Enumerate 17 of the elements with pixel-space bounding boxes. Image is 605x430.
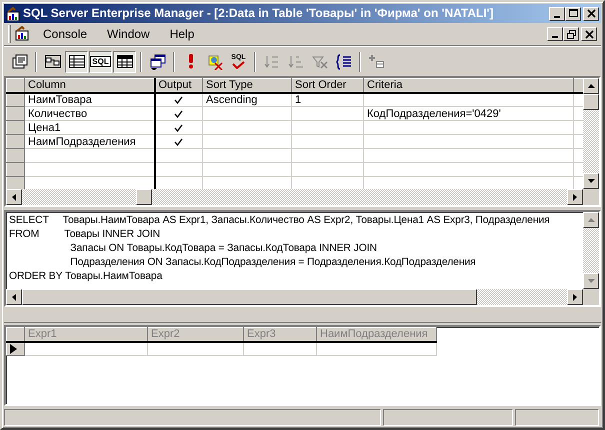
- column-header[interactable]: Column: [24, 78, 154, 92]
- sort-order-cell[interactable]: 1: [292, 92, 364, 106]
- table-cell[interactable]: НаимПодразделения: [24, 134, 154, 148]
- menu-item[interactable]: Window: [99, 26, 158, 42]
- menu-item[interactable]: Help: [162, 26, 202, 42]
- column-header[interactable]: Output: [154, 78, 202, 92]
- table-cell[interactable]: НаимТовара: [24, 92, 154, 106]
- column-header[interactable]: Sort Type: [202, 78, 292, 92]
- window-title: SQL Server Enterprise Manager - [2:Data in Table 'Товары' in 'Фирма' on 'NATALI']: [23, 6, 494, 21]
- sort-type-cell[interactable]: Ascending: [202, 92, 292, 106]
- column-header[interactable]: Criteria: [364, 78, 574, 92]
- criteria-cell[interactable]: КодПодразделения='0429': [364, 106, 574, 120]
- toolbar-button[interactable]: SQL: [89, 50, 112, 72]
- table-cell[interactable]: Цена1: [24, 120, 154, 134]
- menu-item[interactable]: Console: [35, 26, 96, 42]
- column-header[interactable]: Sort Order: [292, 78, 364, 92]
- table-cell[interactable]: Количество: [24, 106, 154, 120]
